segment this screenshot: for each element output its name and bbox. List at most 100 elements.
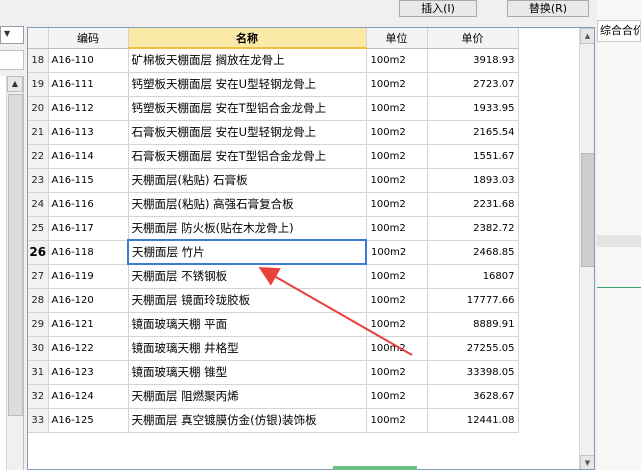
- cell-price[interactable]: 1933.95: [427, 96, 519, 121]
- cell-price[interactable]: 1893.03: [427, 168, 519, 193]
- cell-price[interactable]: 16807: [427, 264, 519, 289]
- cell-unit[interactable]: 100m2: [366, 48, 428, 73]
- left-input[interactable]: [0, 50, 24, 70]
- row-number[interactable]: 26: [28, 240, 49, 265]
- cell-unit[interactable]: 100m2: [366, 288, 428, 313]
- cell-price[interactable]: 17777.66: [427, 288, 519, 313]
- cell-name[interactable]: 矿棉板天棚面层 搁放在龙骨上: [128, 48, 367, 73]
- row-number[interactable]: 21: [28, 120, 49, 145]
- table-row[interactable]: 24 A16-116 天棚面层(粘贴) 高强石膏复合板 100m2 2231.68: [28, 192, 519, 217]
- table-row[interactable]: 32 A16-124 天棚面层 阻燃聚丙烯 100m2 3628.67: [28, 384, 519, 409]
- cell-price[interactable]: 12441.08: [427, 408, 519, 433]
- cell-name[interactable]: 镜面玻璃天棚 井格型: [128, 336, 367, 361]
- cell-price[interactable]: 2723.07: [427, 72, 519, 97]
- cell-price[interactable]: 2382.72: [427, 216, 519, 241]
- row-number[interactable]: 18: [28, 48, 49, 73]
- row-number[interactable]: 19: [28, 72, 49, 97]
- cell-name[interactable]: 天棚面层 阻燃聚丙烯: [128, 384, 367, 409]
- cell-price[interactable]: 3628.67: [427, 384, 519, 409]
- cell-unit[interactable]: 100m2: [366, 240, 428, 265]
- cell-unit[interactable]: 100m2: [366, 312, 428, 337]
- grid-scrollbar-thumb[interactable]: [581, 153, 594, 267]
- cell-unit[interactable]: 100m2: [366, 120, 428, 145]
- cell-name[interactable]: 钙塑板天棚面层 安在U型轻钢龙骨上: [128, 72, 367, 97]
- cell-code[interactable]: A16-118: [48, 240, 129, 265]
- cell-price[interactable]: 2231.68: [427, 192, 519, 217]
- cell-unit[interactable]: 100m2: [366, 72, 428, 97]
- cell-code[interactable]: A16-111: [48, 72, 129, 97]
- cell-name[interactable]: 天棚面层 不锈钢板: [128, 264, 367, 289]
- cell-unit[interactable]: 100m2: [366, 96, 428, 121]
- cell-name[interactable]: 天棚面层 竹片: [127, 239, 367, 265]
- table-row[interactable]: 27 A16-119 天棚面层 不锈钢板 100m2 16807: [28, 264, 519, 289]
- table-row[interactable]: 20 A16-112 钙塑板天棚面层 安在T型铝合金龙骨上 100m2 1933.95: [28, 96, 519, 121]
- cell-code[interactable]: A16-113: [48, 120, 129, 145]
- cell-code[interactable]: A16-115: [48, 168, 129, 193]
- row-number[interactable]: 25: [28, 216, 49, 241]
- table-row[interactable]: 30 A16-122 镜面玻璃天棚 井格型 100m2 27255.05: [28, 336, 519, 361]
- grid-vertical-scrollbar[interactable]: ▲ ▼: [579, 28, 594, 469]
- cell-name[interactable]: 镜面玻璃天棚 平面: [128, 312, 367, 337]
- cell-unit[interactable]: 100m2: [366, 216, 428, 241]
- table-row[interactable]: 21 A16-113 石膏板天棚面层 安在U型轻钢龙骨上 100m2 2165.54: [28, 120, 519, 145]
- row-number[interactable]: 20: [28, 96, 49, 121]
- column-header-name[interactable]: 名称: [128, 28, 367, 49]
- cell-code[interactable]: A16-123: [48, 360, 129, 385]
- cell-price[interactable]: 2468.85: [427, 240, 519, 265]
- cell-code[interactable]: A16-122: [48, 336, 129, 361]
- left-scrollbar[interactable]: ▲: [6, 76, 23, 470]
- row-number[interactable]: 31: [28, 360, 49, 385]
- row-number[interactable]: 28: [28, 288, 49, 313]
- row-number[interactable]: 29: [28, 312, 49, 337]
- cell-code[interactable]: A16-119: [48, 264, 129, 289]
- scroll-down-icon[interactable]: ▼: [580, 455, 594, 469]
- row-number[interactable]: 22: [28, 144, 49, 169]
- table-row[interactable]: 33 A16-125 天棚面层 真空镀膜仿金(仿银)装饰板 100m2 12441.08: [28, 408, 519, 433]
- table-row[interactable]: 25 A16-117 天棚面层 防火板(贴在木龙骨上) 100m2 2382.72: [28, 216, 519, 241]
- cell-name[interactable]: 石膏板天棚面层 安在U型轻钢龙骨上: [128, 120, 367, 145]
- insert-button[interactable]: 插入(I): [399, 0, 477, 17]
- cell-code[interactable]: A16-110: [48, 48, 129, 73]
- column-header-price[interactable]: 单价: [427, 28, 519, 49]
- cell-price[interactable]: 1551.67: [427, 144, 519, 169]
- cell-code[interactable]: A16-124: [48, 384, 129, 409]
- cell-name[interactable]: 天棚面层 镜面玲珑胶板: [128, 288, 367, 313]
- cell-price[interactable]: 2165.54: [427, 120, 519, 145]
- table-row[interactable]: 29 A16-121 镜面玻璃天棚 平面 100m2 8889.91: [28, 312, 519, 337]
- column-header-unit[interactable]: 单位: [366, 28, 428, 49]
- table-row[interactable]: 31 A16-123 镜面玻璃天棚 锥型 100m2 33398.05: [28, 360, 519, 385]
- table-row[interactable]: 23 A16-115 天棚面层(粘贴) 石膏板 100m2 1893.03: [28, 168, 519, 193]
- cell-name[interactable]: 天棚面层 防火板(贴在木龙骨上): [128, 216, 367, 241]
- cell-unit[interactable]: 100m2: [366, 168, 428, 193]
- cell-unit[interactable]: 100m2: [366, 360, 428, 385]
- cell-code[interactable]: A16-116: [48, 192, 129, 217]
- row-number[interactable]: 23: [28, 168, 49, 193]
- row-number[interactable]: 33: [28, 408, 49, 433]
- table-row[interactable]: 26 A16-118 天棚面层 竹片 100m2 2468.85: [28, 239, 519, 265]
- cell-unit[interactable]: 100m2: [366, 144, 428, 169]
- cell-price[interactable]: 33398.05: [427, 360, 519, 385]
- cell-name[interactable]: 镜面玻璃天棚 锥型: [128, 360, 367, 385]
- column-header-code[interactable]: 编码: [48, 28, 129, 49]
- cell-name[interactable]: 天棚面层(粘贴) 石膏板: [128, 168, 367, 193]
- row-number[interactable]: 24: [28, 192, 49, 217]
- table-row[interactable]: 18 A16-110 矿棉板天棚面层 搁放在龙骨上 100m2 3918.93: [28, 48, 519, 73]
- cell-price[interactable]: 3918.93: [427, 48, 519, 73]
- table-row[interactable]: 22 A16-114 石膏板天棚面层 安在T型铝合金龙骨上 100m2 1551.67: [28, 144, 519, 169]
- cell-code[interactable]: A16-117: [48, 216, 129, 241]
- cell-unit[interactable]: 100m2: [366, 408, 428, 433]
- cell-unit[interactable]: 100m2: [366, 384, 428, 409]
- row-number[interactable]: 27: [28, 264, 49, 289]
- cell-code[interactable]: A16-120: [48, 288, 129, 313]
- left-dropdown[interactable]: ▼: [0, 26, 24, 44]
- cell-name[interactable]: 钙塑板天棚面层 安在T型铝合金龙骨上: [128, 96, 367, 121]
- cell-code[interactable]: A16-112: [48, 96, 129, 121]
- replace-button[interactable]: 替换(R): [507, 0, 589, 17]
- cell-unit[interactable]: 100m2: [366, 192, 428, 217]
- cell-name[interactable]: 天棚面层 真空镀膜仿金(仿银)装饰板: [128, 408, 367, 433]
- table-row[interactable]: 28 A16-120 天棚面层 镜面玲珑胶板 100m2 17777.66: [28, 288, 519, 313]
- cell-code[interactable]: A16-114: [48, 144, 129, 169]
- cell-name[interactable]: 天棚面层(粘贴) 高强石膏复合板: [128, 192, 367, 217]
- cell-price[interactable]: 27255.05: [427, 336, 519, 361]
- cell-unit[interactable]: 100m2: [366, 264, 428, 289]
